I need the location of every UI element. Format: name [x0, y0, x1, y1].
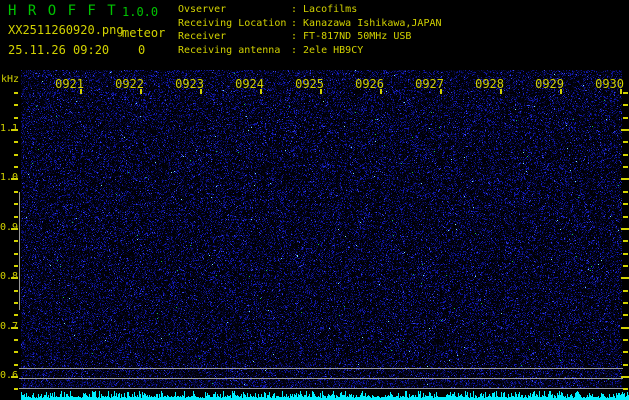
freq-minor-tick	[623, 351, 628, 353]
minute-tick	[200, 89, 202, 94]
station-info-label: Receiver	[178, 30, 291, 44]
freq-minor-tick	[14, 290, 18, 292]
freq-minor-tick	[14, 92, 18, 94]
freq-minor-tick	[623, 302, 628, 304]
freq-minor-tick	[623, 339, 628, 341]
freq-major-tick	[621, 327, 629, 329]
freq-minor-tick	[623, 290, 628, 292]
station-info-row: Receiving antenna: 2ele HB9CY	[178, 44, 442, 58]
freq-minor-tick	[14, 240, 18, 242]
reference-line-upper	[19, 368, 623, 369]
minute-tick	[320, 89, 322, 94]
vertical-marker-line	[19, 192, 20, 310]
hrofft-window: H R O F F T 1.0.0 XX2511260920.png meteo…	[0, 0, 629, 400]
freq-minor-tick	[623, 240, 628, 242]
freq-minor-tick	[14, 302, 18, 304]
freq-minor-tick	[14, 265, 18, 267]
freq-minor-tick	[14, 104, 18, 106]
freq-minor-tick	[623, 314, 628, 316]
freq-minor-tick	[623, 141, 628, 143]
station-info-label: Receiving antenna	[178, 44, 291, 58]
datetime-label: 25.11.26 09:20	[8, 43, 109, 57]
station-info-label: Ovserver	[178, 3, 291, 17]
station-info-value: : FT-817ND 50MHz USB	[291, 31, 411, 42]
station-info-row: Receiving Location: Kanazawa Ishikawa,JA…	[178, 17, 442, 31]
freq-minor-tick	[14, 117, 18, 119]
output-filename: XX2511260920.png	[8, 23, 124, 37]
app-title: H R O F F T	[8, 3, 117, 19]
freq-minor-tick	[623, 154, 628, 156]
minute-tick	[260, 89, 262, 94]
station-info-row: Ovserver: Lacofilms	[178, 3, 442, 17]
freq-minor-tick	[14, 154, 18, 156]
freq-major-tick	[621, 129, 629, 131]
freq-axis-label: 0.9	[0, 222, 17, 233]
reference-line-lower	[19, 388, 623, 389]
freq-axis-label: 1.1	[0, 123, 17, 134]
freq-axis-unit: kHz	[1, 74, 19, 85]
station-info-block: Ovserver: Lacofilms Receiving Location: K…	[178, 3, 442, 57]
freq-major-tick	[621, 178, 629, 180]
freq-minor-tick	[14, 141, 18, 143]
minute-tick	[140, 89, 142, 94]
freq-minor-tick	[623, 191, 628, 193]
freq-minor-tick	[623, 253, 628, 255]
station-info-label: Receiving Location	[178, 17, 291, 31]
minute-tick	[380, 89, 382, 94]
minute-tick	[440, 89, 442, 94]
freq-minor-tick	[14, 364, 18, 366]
freq-axis-label: 0.6	[0, 370, 17, 381]
minute-tick	[80, 89, 82, 94]
freq-minor-tick	[14, 253, 18, 255]
freq-minor-tick	[14, 166, 18, 168]
freq-minor-tick	[14, 314, 18, 316]
freq-minor-tick	[14, 216, 18, 218]
freq-major-tick	[621, 228, 629, 230]
freq-minor-tick	[14, 191, 18, 193]
station-info-value: : Lacofilms	[291, 4, 357, 15]
minute-tick	[500, 89, 502, 94]
reference-line-center	[19, 378, 623, 379]
freq-minor-tick	[623, 117, 628, 119]
freq-minor-tick	[14, 339, 18, 341]
freq-minor-tick	[623, 216, 628, 218]
meteor-count: 0	[138, 43, 145, 57]
freq-minor-tick	[623, 364, 628, 366]
app-version: 1.0.0	[122, 5, 158, 19]
freq-axis-label: 1.0	[0, 172, 17, 183]
freq-minor-tick	[623, 203, 628, 205]
freq-minor-tick	[14, 388, 18, 390]
freq-major-tick	[621, 277, 629, 279]
freq-minor-tick	[623, 166, 628, 168]
minute-tick	[560, 89, 562, 94]
station-info-value: : Kanazawa Ishikawa,JAPAN	[291, 18, 442, 29]
freq-axis-label: 0.7	[0, 321, 17, 332]
freq-minor-tick	[623, 92, 628, 94]
spectrogram-canvas	[21, 70, 622, 388]
freq-minor-tick	[623, 388, 628, 390]
signal-level-strip	[21, 391, 629, 400]
station-info-row: Receiver: FT-817ND 50MHz USB	[178, 30, 442, 44]
mode-label: meteor	[122, 26, 165, 40]
freq-minor-tick	[623, 265, 628, 267]
freq-minor-tick	[14, 351, 18, 353]
freq-minor-tick	[14, 203, 18, 205]
freq-axis-label: 0.8	[0, 271, 17, 282]
freq-minor-tick	[623, 104, 628, 106]
station-info-value: : 2ele HB9CY	[291, 45, 363, 56]
minute-tick	[620, 89, 622, 94]
